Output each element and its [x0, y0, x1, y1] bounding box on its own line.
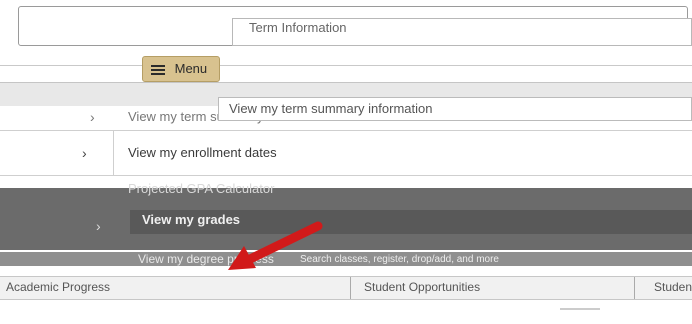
row-label-gpa-calculator: Projected GPA Calculator: [128, 181, 275, 196]
nav-item-student[interactable]: Student: [654, 280, 692, 294]
divider: [350, 277, 351, 299]
bottom-nav-bar: Academic Progress Student Opportunities …: [0, 276, 692, 300]
row-label-enrollment-dates: View my enrollment dates: [128, 145, 277, 160]
chevron-right-icon: ›: [82, 145, 87, 161]
tab-term-information[interactable]: Term Information: [232, 18, 692, 46]
tab-term-information-label: Term Information: [249, 20, 347, 35]
menu-row-enrollment-dates[interactable]: › View my enrollment dates: [0, 130, 692, 176]
tooltip-term-summary: View my term summary information: [218, 97, 692, 121]
menu-row-degree-progress[interactable]: View my degree progress Search classes, …: [0, 252, 692, 266]
divider: [560, 308, 600, 310]
red-arrow-annotation: [228, 221, 323, 270]
nav-item-student-opportunities[interactable]: Student Opportunities: [364, 280, 480, 294]
nav-item-academic-progress[interactable]: Academic Progress: [6, 280, 110, 294]
divider: [634, 277, 635, 299]
menu-button[interactable]: Menu: [142, 56, 220, 82]
menu-row-gpa-calculator[interactable]: Projected GPA Calculator View my grades …: [0, 181, 692, 250]
chevron-right-icon: ›: [90, 109, 95, 125]
divider: [0, 65, 692, 66]
chevron-right-icon: ›: [96, 218, 101, 234]
menu-row-term-summary[interactable]: View my term summary information View my…: [0, 82, 692, 125]
hamburger-icon: [151, 63, 165, 77]
menu-button-label: Menu: [174, 61, 208, 76]
